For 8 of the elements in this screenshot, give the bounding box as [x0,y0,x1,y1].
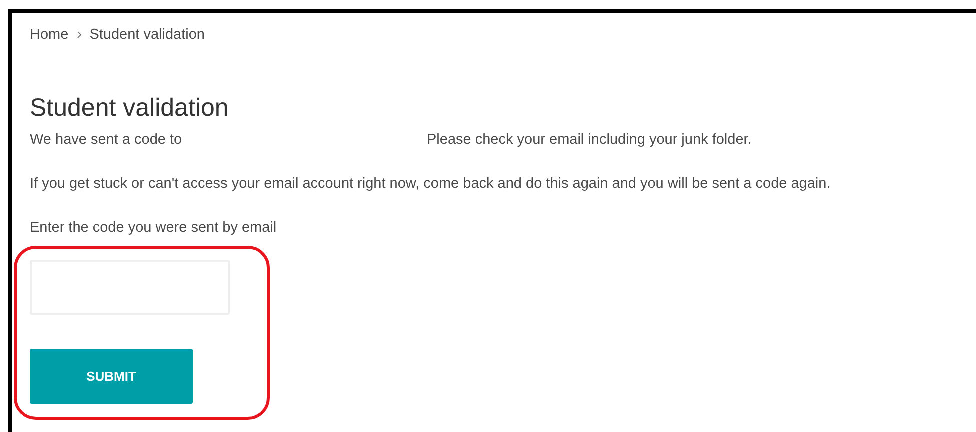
help-text: If you get stuck or can't access your email account right now, come back and do this again and you will be sent a code again. [30,175,832,194]
sent-text: We have sent a code to [30,131,184,150]
page-title: Student validation [30,93,230,123]
check-email-text: Please check your email including your junk folder. [427,131,752,150]
breadcrumb-link[interactable]: Home [30,27,69,43]
breadcrumb-link[interactable]: Student validation [90,27,205,43]
code-label: Enter the code you were sent by email [30,219,278,238]
chevron-icon [76,31,82,39]
